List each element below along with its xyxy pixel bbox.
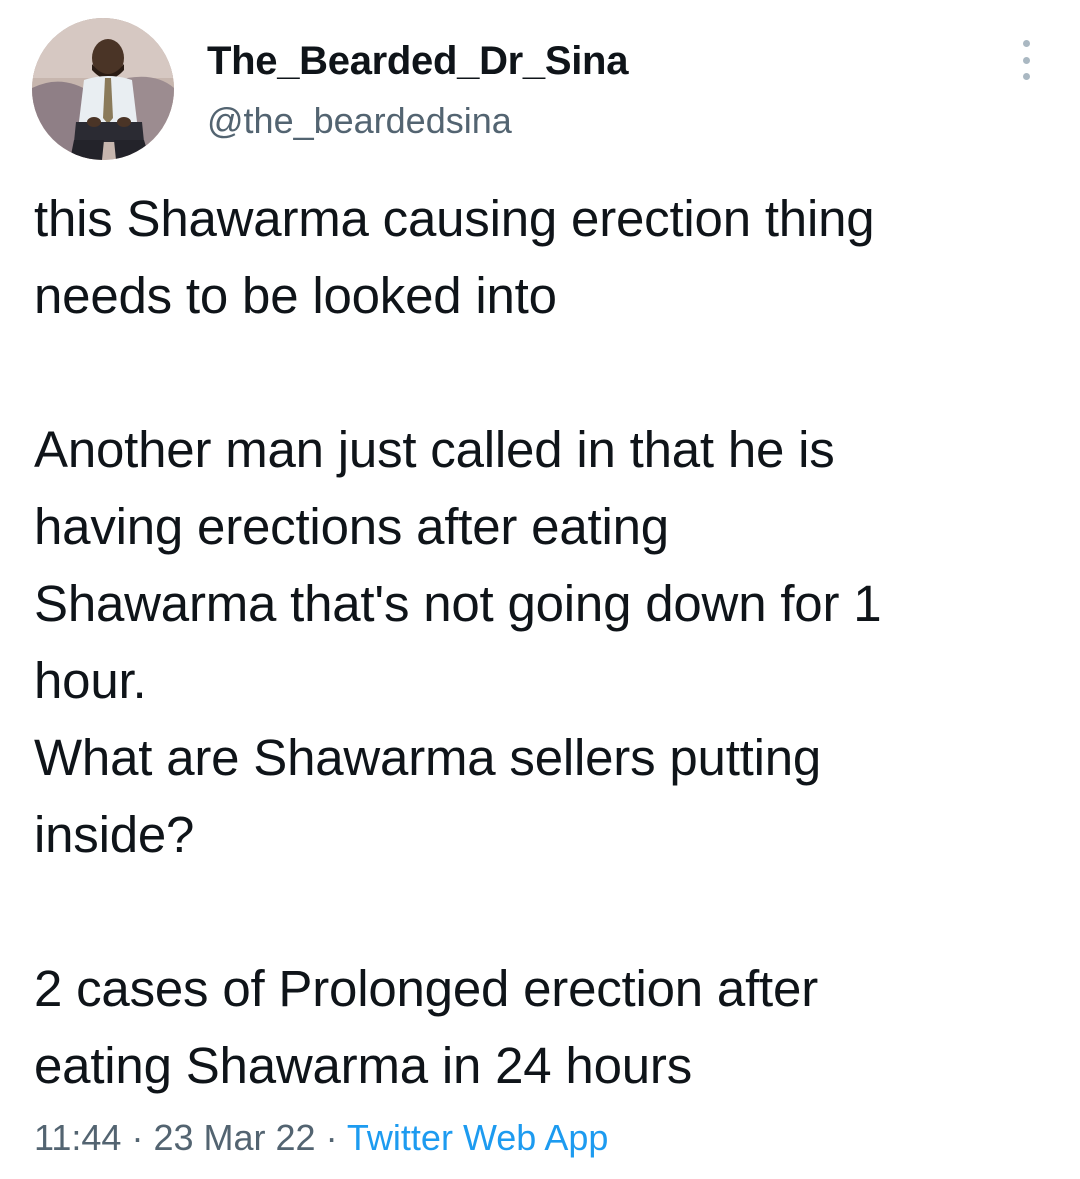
tweet-text: this Shawarma causing erection thing nee… <box>34 190 882 1094</box>
tweet-source-link[interactable]: Twitter Web App <box>347 1117 608 1158</box>
tweet-meta: 11:44 · 23 Mar 22 · Twitter Web App <box>34 1114 608 1162</box>
more-dot <box>1022 73 1030 80</box>
meta-separator: · <box>131 1117 144 1158</box>
author-info: The_Bearded_Dr_Sina @the_beardedsina <box>207 38 628 142</box>
author-handle[interactable]: @the_beardedsina <box>207 100 628 142</box>
avatar[interactable] <box>32 18 174 160</box>
more-vertical-icon[interactable] <box>1016 40 1036 80</box>
more-dot <box>1022 40 1030 47</box>
meta-separator: · <box>325 1117 338 1158</box>
more-dot <box>1022 56 1030 64</box>
tweet-date[interactable]: 23 Mar 22 <box>153 1117 315 1158</box>
tweet-time[interactable]: 11:44 <box>34 1117 121 1158</box>
author-display-name[interactable]: The_Bearded_Dr_Sina <box>207 38 628 84</box>
tweet-card: The_Bearded_Dr_Sina @the_beardedsina thi… <box>0 0 1080 1179</box>
profile-photo <box>32 18 174 160</box>
